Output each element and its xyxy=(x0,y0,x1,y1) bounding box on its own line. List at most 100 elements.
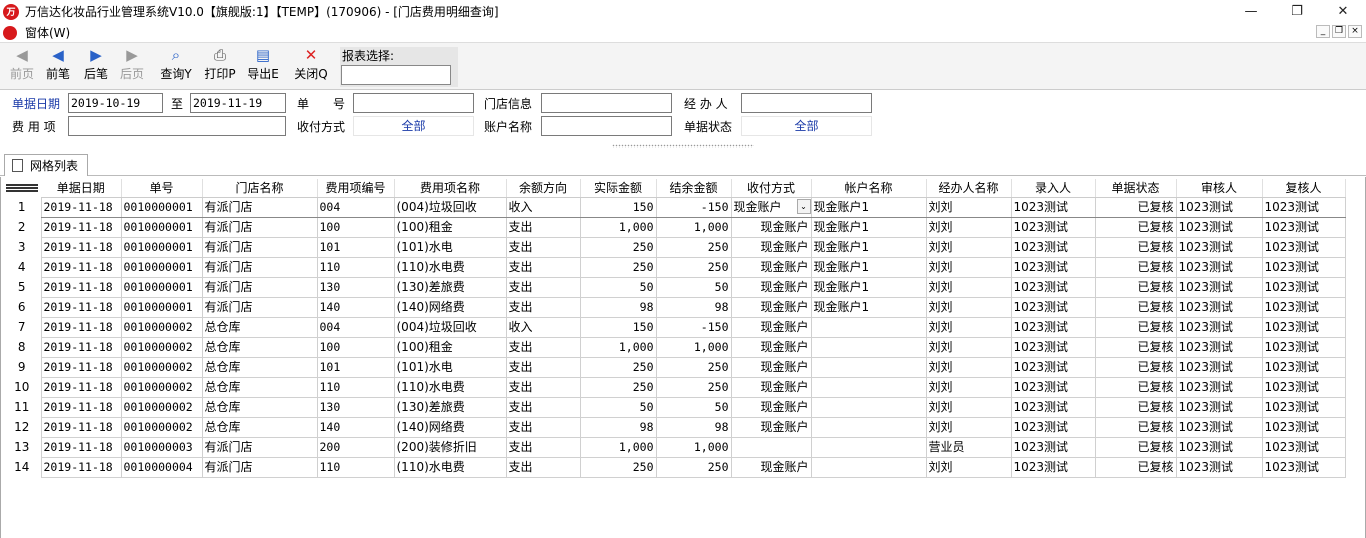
column-header[interactable]: 费用项编号 xyxy=(317,179,395,198)
cell-name[interactable]: (004)垃圾回收 xyxy=(393,196,507,218)
cell-balance[interactable]: -150 xyxy=(655,196,732,218)
doc-no-field[interactable] xyxy=(353,93,474,113)
cell-actual[interactable]: 250 xyxy=(579,256,657,278)
cell-reviewer[interactable]: 1023测试 xyxy=(1261,336,1346,358)
cell-code[interactable]: 110 xyxy=(316,256,395,278)
cell-status[interactable]: 已复核 xyxy=(1094,276,1177,298)
cell-name[interactable]: (101)水电 xyxy=(393,356,507,378)
close-window-button[interactable]: ✕ xyxy=(1320,0,1366,23)
cell-store[interactable]: 有派门店 xyxy=(201,216,318,238)
cell-auditor[interactable]: 1023测试 xyxy=(1175,316,1263,338)
account-field[interactable] xyxy=(541,116,672,136)
cell-actual[interactable]: 150 xyxy=(579,196,657,218)
cell-entry[interactable]: 1023测试 xyxy=(1010,436,1096,458)
cell-reviewer[interactable]: 1023测试 xyxy=(1261,236,1346,258)
cell-auditor[interactable]: 1023测试 xyxy=(1175,256,1263,278)
cell-reviewer[interactable]: 1023测试 xyxy=(1261,256,1346,278)
cell-date[interactable]: 2019-11-18 xyxy=(40,316,122,338)
cell-handler[interactable]: 刘刘 xyxy=(925,456,1012,478)
cell-actual[interactable]: 1,000 xyxy=(579,336,657,358)
column-header[interactable]: 实际金额 xyxy=(580,179,657,198)
row-number[interactable]: 3 xyxy=(3,237,41,257)
cell-entry[interactable]: 1023测试 xyxy=(1010,456,1096,478)
cell-name[interactable]: (100)租金 xyxy=(393,336,507,358)
cell-status[interactable]: 已复核 xyxy=(1094,296,1177,318)
cell-dir[interactable]: 支出 xyxy=(505,216,581,238)
last-page-button[interactable]: ▶ 后页 xyxy=(112,45,152,87)
cell-store[interactable]: 总仓库 xyxy=(201,376,318,398)
column-header[interactable]: 门店名称 xyxy=(202,179,318,198)
cell-store[interactable]: 总仓库 xyxy=(201,316,318,338)
cell-status[interactable]: 已复核 xyxy=(1094,456,1177,478)
cell-date[interactable]: 2019-11-18 xyxy=(40,436,122,458)
cell-balance[interactable]: 250 xyxy=(655,236,732,258)
cell-reviewer[interactable]: 1023测试 xyxy=(1261,356,1346,378)
cell-actual[interactable]: 50 xyxy=(579,396,657,418)
cell-account[interactable]: 现金账户1 xyxy=(810,256,927,278)
cell-pay[interactable]: 现金账户 xyxy=(730,296,812,318)
cell-auditor[interactable]: 1023测试 xyxy=(1175,296,1263,318)
cell-dir[interactable]: 收入 xyxy=(505,196,581,218)
row-number[interactable]: 8 xyxy=(3,337,41,357)
cell-auditor[interactable]: 1023测试 xyxy=(1175,356,1263,378)
cell-name[interactable]: (101)水电 xyxy=(393,236,507,258)
row-number[interactable]: 14 xyxy=(3,457,41,477)
cell-name[interactable]: (140)网络费 xyxy=(393,416,507,438)
cell-date[interactable]: 2019-11-18 xyxy=(40,416,122,438)
cell-account[interactable] xyxy=(810,456,927,478)
cell-balance[interactable]: 50 xyxy=(655,276,732,298)
cell-auditor[interactable]: 1023测试 xyxy=(1175,236,1263,258)
cell-actual[interactable]: 1,000 xyxy=(579,216,657,238)
cell-dir[interactable]: 支出 xyxy=(505,376,581,398)
cell-actual[interactable]: 250 xyxy=(579,456,657,478)
cell-account[interactable] xyxy=(810,396,927,418)
cell-handler[interactable]: 刘刘 xyxy=(925,216,1012,238)
cell-account[interactable]: 现金账户1 xyxy=(810,196,927,218)
cell-no[interactable]: 0010000002 xyxy=(120,396,203,418)
cell-reviewer[interactable]: 1023测试 xyxy=(1261,316,1346,338)
column-header[interactable]: 帐户名称 xyxy=(811,179,927,198)
cell-reviewer[interactable]: 1023测试 xyxy=(1261,276,1346,298)
row-number[interactable]: 4 xyxy=(3,257,41,277)
cell-entry[interactable]: 1023测试 xyxy=(1010,336,1096,358)
minimize-button[interactable]: — xyxy=(1228,0,1274,23)
cell-entry[interactable]: 1023测试 xyxy=(1010,416,1096,438)
cell-auditor[interactable]: 1023测试 xyxy=(1175,436,1263,458)
cell-no[interactable]: 0010000001 xyxy=(120,236,203,258)
cell-entry[interactable]: 1023测试 xyxy=(1010,216,1096,238)
cell-store[interactable]: 有派门店 xyxy=(201,236,318,258)
cell-status[interactable]: 已复核 xyxy=(1094,436,1177,458)
panel-splitter[interactable] xyxy=(612,144,754,148)
cell-code[interactable]: 110 xyxy=(316,376,395,398)
cell-auditor[interactable]: 1023测试 xyxy=(1175,336,1263,358)
cell-store[interactable]: 总仓库 xyxy=(201,396,318,418)
first-page-button[interactable]: ◀ 前页 xyxy=(2,45,42,87)
cell-status[interactable]: 已复核 xyxy=(1094,316,1177,338)
maximize-button[interactable]: ❐ xyxy=(1274,0,1320,23)
cell-status[interactable]: 已复核 xyxy=(1094,356,1177,378)
cell-account[interactable] xyxy=(810,416,927,438)
cell-actual[interactable]: 150 xyxy=(579,316,657,338)
store-field[interactable] xyxy=(541,93,672,113)
cell-account[interactable] xyxy=(810,336,927,358)
cell-handler[interactable]: 刘刘 xyxy=(925,296,1012,318)
cell-handler[interactable]: 刘刘 xyxy=(925,376,1012,398)
cell-date[interactable]: 2019-11-18 xyxy=(40,356,122,378)
table-row[interactable]: 4 2019-11-18 0010000001 有派门店 110 (110)水电费 支出 25… xyxy=(3,256,1346,278)
mdi-minimize-button[interactable]: _ xyxy=(1316,25,1330,38)
cell-pay[interactable]: 现金账户 xyxy=(730,256,812,278)
row-number[interactable]: 7 xyxy=(3,317,41,337)
cell-dir[interactable]: 支出 xyxy=(505,236,581,258)
table-row[interactable]: 10 2019-11-18 0010000002 总仓库 110 (110)水电费 支出 25… xyxy=(3,376,1346,398)
row-number[interactable]: 13 xyxy=(3,437,41,457)
cell-dir[interactable]: 支出 xyxy=(505,396,581,418)
cell-account[interactable] xyxy=(810,376,927,398)
cell-dir[interactable]: 支出 xyxy=(505,296,581,318)
cell-status[interactable]: 已复核 xyxy=(1094,236,1177,258)
table-row[interactable]: 6 2019-11-18 0010000001 有派门店 140 (140)网络费 支出 98… xyxy=(3,296,1346,318)
cell-account[interactable] xyxy=(810,316,927,338)
cell-balance[interactable]: 1,000 xyxy=(655,436,732,458)
cell-balance[interactable]: 250 xyxy=(655,256,732,278)
cell-pay[interactable]: ⌄ 现金账户 xyxy=(730,196,812,218)
cell-no[interactable]: 0010000002 xyxy=(120,336,203,358)
